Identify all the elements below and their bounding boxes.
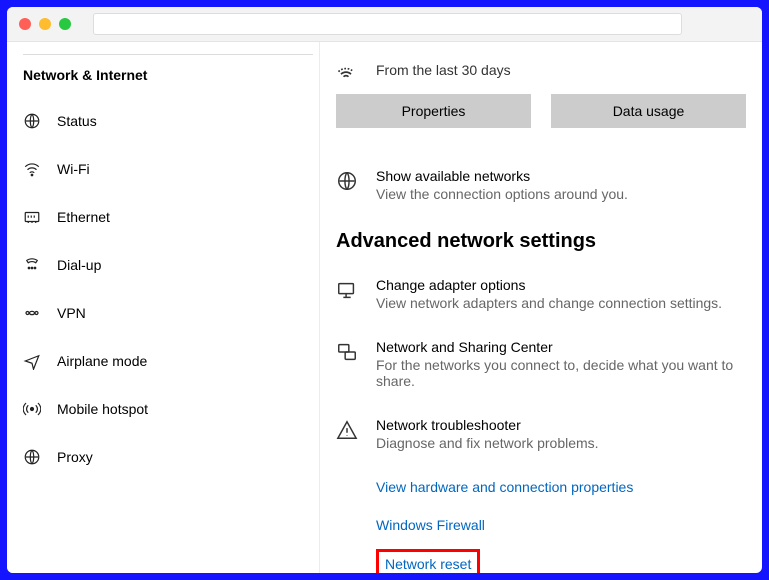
hardware-properties-link[interactable]: View hardware and connection properties xyxy=(376,479,633,495)
sidebar-item-wifi[interactable]: Wi-Fi xyxy=(7,145,319,193)
sidebar-item-vpn[interactable]: VPN xyxy=(7,289,319,337)
sidebar-label: Status xyxy=(57,113,97,129)
windows-firewall-link[interactable]: Windows Firewall xyxy=(376,517,485,533)
sidebar-item-airplane[interactable]: Airplane mode xyxy=(7,337,319,385)
item-sub: For the networks you connect to, decide … xyxy=(376,357,762,389)
item-sub: Diagnose and fix network problems. xyxy=(376,435,599,451)
sidebar-item-proxy[interactable]: Proxy xyxy=(7,433,319,481)
sidebar-label: VPN xyxy=(57,305,86,321)
sidebar-label: Airplane mode xyxy=(57,353,147,369)
data-usage-button[interactable]: Data usage xyxy=(551,94,746,128)
item-title: Network and Sharing Center xyxy=(376,339,762,355)
vpn-icon xyxy=(21,302,43,324)
item-title: Show available networks xyxy=(376,168,628,184)
minimize-icon[interactable] xyxy=(39,18,51,30)
item-title: Change adapter options xyxy=(376,277,722,293)
sidebar-title: Network & Internet xyxy=(7,67,319,97)
wifi-icon xyxy=(21,158,43,180)
properties-button[interactable]: Properties xyxy=(336,94,531,128)
sidebar-label: Mobile hotspot xyxy=(57,401,148,417)
maximize-icon[interactable] xyxy=(59,18,71,30)
adapter-icon xyxy=(336,279,360,303)
period-text: From the last 30 days xyxy=(376,62,511,78)
globe-icon xyxy=(336,170,360,194)
sharing-center[interactable]: Network and Sharing Center For the netwo… xyxy=(336,339,762,389)
sidebar-item-dialup[interactable]: Dial-up xyxy=(7,241,319,289)
settings-window: Network & Internet Status Wi-Fi Ethernet xyxy=(7,7,762,573)
sidebar-label: Ethernet xyxy=(57,209,110,225)
network-reset-highlight: Network reset xyxy=(376,549,480,573)
sidebar-item-ethernet[interactable]: Ethernet xyxy=(7,193,319,241)
item-title: Network troubleshooter xyxy=(376,417,599,433)
sidebar-label: Wi-Fi xyxy=(57,161,90,177)
sidebar-item-status[interactable]: Status xyxy=(7,97,319,145)
item-sub: View the connection options around you. xyxy=(376,186,628,202)
network-troubleshooter[interactable]: Network troubleshooter Diagnose and fix … xyxy=(336,417,762,451)
address-bar[interactable] xyxy=(93,13,682,35)
status-icon xyxy=(21,110,43,132)
airplane-icon xyxy=(21,350,43,372)
title-bar xyxy=(7,7,762,42)
network-reset-link[interactable]: Network reset xyxy=(385,556,471,572)
signal-icon xyxy=(336,60,358,80)
proxy-icon xyxy=(21,446,43,468)
main-content: From the last 30 days Properties Data us… xyxy=(320,42,762,573)
sidebar-item-hotspot[interactable]: Mobile hotspot xyxy=(7,385,319,433)
sidebar-label: Dial-up xyxy=(57,257,101,273)
show-available-networks[interactable]: Show available networks View the connect… xyxy=(336,168,762,202)
item-sub: View network adapters and change connect… xyxy=(376,295,722,311)
change-adapter-options[interactable]: Change adapter options View network adap… xyxy=(336,277,762,311)
hotspot-icon xyxy=(21,398,43,420)
sidebar: Network & Internet Status Wi-Fi Ethernet xyxy=(7,42,320,573)
advanced-heading: Advanced network settings xyxy=(336,230,762,253)
warning-icon xyxy=(336,419,360,443)
ethernet-icon xyxy=(21,206,43,228)
sidebar-label: Proxy xyxy=(57,449,93,465)
sharing-icon xyxy=(336,341,360,365)
close-icon[interactable] xyxy=(19,18,31,30)
dialup-icon xyxy=(21,254,43,276)
data-usage-period: From the last 30 days xyxy=(336,60,762,80)
